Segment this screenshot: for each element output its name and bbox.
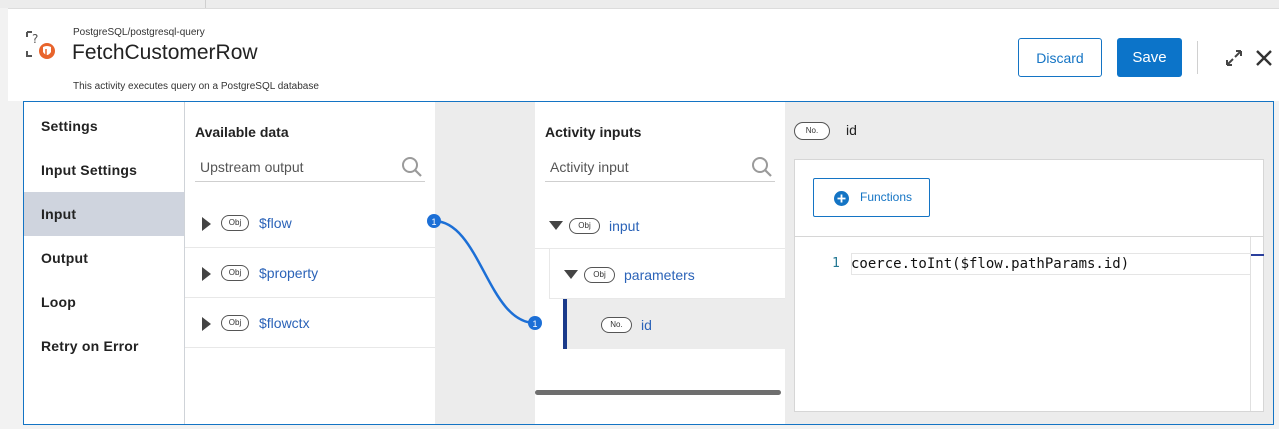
selected-field-name: id [846,122,857,138]
mapping-editor-area: No. id Functions 1 coerce.toInt($flow.pa… [785,102,1273,424]
tree-row-flowctx[interactable]: Obj $flowctx [185,298,435,348]
activity-input-search[interactable]: Activity input [545,152,775,182]
functions-label: Functions [860,190,913,204]
obj-type-badge: Obj [221,315,249,331]
nav-item-output[interactable]: Output [24,236,184,280]
line-number: 1 [832,256,840,271]
tree-row-parameters[interactable]: Obj parameters [549,249,785,299]
divider [205,0,206,8]
activity-path: PostgreSQL/postgresql-query [73,27,205,38]
nav-item-input[interactable]: Input [24,192,184,236]
field-name[interactable]: id [641,317,652,333]
header-divider [1197,41,1198,74]
number-type-badge: No. [794,122,830,140]
field-name[interactable]: $property [259,265,318,281]
obj-type-badge: Obj [569,218,600,234]
save-button[interactable]: Save [1117,38,1182,77]
tree-row-id-selected[interactable]: No. id [563,299,785,349]
functions-button[interactable]: Functions [813,178,930,217]
mapper-panel: Settings Input Settings Input Output Loo… [23,101,1274,425]
nav-item-input-settings[interactable]: Input Settings [24,148,184,192]
field-name[interactable]: $flow [259,215,292,231]
available-data-title: Available data [195,124,289,140]
nav-item-settings[interactable]: Settings [24,104,184,148]
collapse-caret-icon[interactable] [549,221,563,230]
number-type-badge: No. [601,317,632,333]
field-name[interactable]: parameters [624,267,695,283]
code-expression[interactable]: coerce.toInt($flow.pathParams.id) [851,256,1129,272]
expression-editor: Functions 1 coerce.toInt($flow.pathParam… [794,159,1264,412]
activity-header: ? PostgreSQL/postgresql-query FetchCusto… [8,8,1279,101]
expand-caret-icon[interactable] [202,317,211,331]
scroll-marker [1251,254,1264,256]
editor-divider [795,236,1263,237]
expand-caret-icon[interactable] [202,267,211,281]
obj-type-badge: Obj [584,267,615,283]
postgresql-activity-icon: ? [26,31,55,59]
search-placeholder: Upstream output [200,159,304,175]
field-name[interactable]: input [609,218,639,234]
settings-nav: Settings Input Settings Input Output Loo… [24,102,185,424]
activity-inputs-panel: Activity inputs Activity input Obj input… [535,102,785,424]
tree-row-property[interactable]: Obj $property [185,248,435,298]
activity-description: This activity executes query on a Postgr… [73,81,319,92]
svg-text:?: ? [32,32,38,46]
activity-inputs-title: Activity inputs [545,124,642,140]
search-icon[interactable] [751,156,773,178]
activity-title: FetchCustomerRow [72,41,258,64]
top-strip [0,0,1279,8]
mapping-gutter [435,102,535,424]
collapse-caret-icon[interactable] [564,270,578,279]
expand-icon[interactable] [1225,49,1243,67]
expand-caret-icon[interactable] [202,217,211,231]
tree-row-flow[interactable]: Obj $flow [185,198,435,248]
editor-vertical-scrollbar[interactable] [1250,237,1264,411]
obj-type-badge: Obj [221,265,249,281]
nav-item-retry-on-error[interactable]: Retry on Error [24,324,184,368]
plus-icon [834,191,849,206]
discard-button[interactable]: Discard [1018,38,1102,77]
horizontal-scrollbar[interactable] [535,390,781,395]
search-icon[interactable] [401,156,423,178]
obj-type-badge: Obj [221,215,249,231]
available-data-panel: Available data Upstream output Obj $flow… [185,102,435,424]
mapper-dialog: ? PostgreSQL/postgresql-query FetchCusto… [0,0,1279,429]
upstream-search-input[interactable]: Upstream output [195,152,425,182]
nav-item-loop[interactable]: Loop [24,280,184,324]
search-placeholder: Activity input [550,159,629,175]
close-icon[interactable] [1255,49,1273,67]
tree-row-input[interactable]: Obj input [535,199,785,249]
field-name[interactable]: $flowctx [259,315,310,331]
